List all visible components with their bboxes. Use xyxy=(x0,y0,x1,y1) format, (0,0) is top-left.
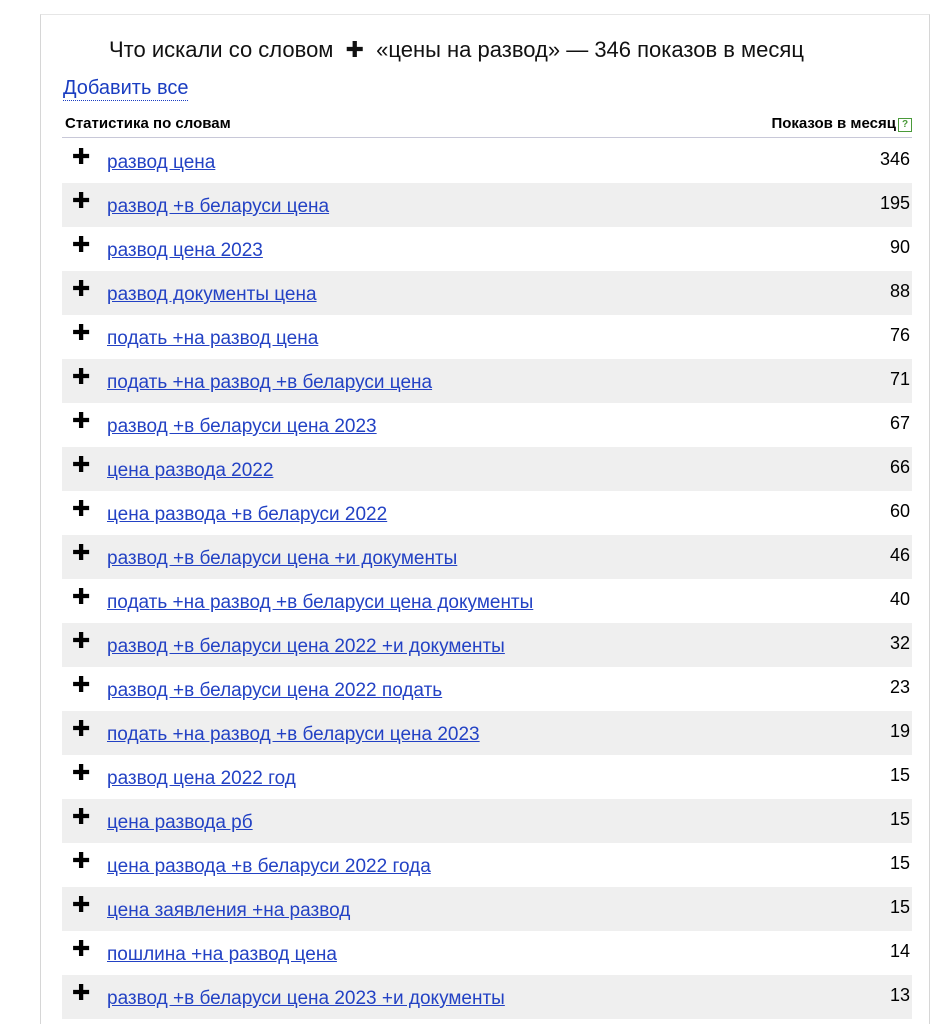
phrase-link[interactable]: развод цена 2023 xyxy=(107,240,263,262)
add-phrase-plus-icon[interactable]: ✚ xyxy=(72,894,90,916)
table-row: ✚ развод +в беларуси цена 195 xyxy=(62,183,912,227)
impressions-count: 66 xyxy=(889,457,910,477)
column-header-count-label: Показов в месяц xyxy=(771,115,896,132)
phrase-link[interactable]: цена развода +в беларуси 2022 года xyxy=(107,856,431,878)
impressions-count: 195 xyxy=(879,193,910,213)
add-phrase-plus-icon[interactable]: ✚ xyxy=(72,938,90,960)
impressions-count: 90 xyxy=(889,237,910,257)
table-row: ✚ подать +на развод +в беларуси цена доку… xyxy=(62,579,912,623)
add-phrase-plus-icon[interactable]: ✚ xyxy=(72,454,90,476)
phrase-link[interactable]: подать +на развод цена xyxy=(107,328,318,350)
phrase-link[interactable]: цена заявления +на развод xyxy=(107,900,350,922)
phrase-link[interactable]: развод цена 2022 год xyxy=(107,768,296,790)
impressions-count: 23 xyxy=(889,677,910,697)
page-title: Что искали со словом ✚ «цены на развод» … xyxy=(109,37,804,63)
impressions-count: 15 xyxy=(889,809,910,829)
add-phrase-plus-icon[interactable]: ✚ xyxy=(72,322,90,344)
impressions-count: 15 xyxy=(889,853,910,873)
phrase-link[interactable]: подать +на развод +в беларуси цена xyxy=(107,372,432,394)
impressions-count: 67 xyxy=(889,413,910,433)
table-row: ✚ цена развода рб 15 xyxy=(62,799,912,843)
title-suffix: «цены на развод» — 346 показов в месяц xyxy=(376,37,804,62)
column-header-count: Показов в месяц? xyxy=(771,115,912,132)
impressions-count: 32 xyxy=(889,633,910,653)
table-row: ✚ развод документы цена 88 xyxy=(62,271,912,315)
add-phrase-plus-icon[interactable]: ✚ xyxy=(72,234,90,256)
stats-table: ✚ развод цена 346 ✚ развод +в беларуси цена 1… xyxy=(62,139,912,1019)
help-icon[interactable]: ? xyxy=(898,118,912,132)
table-row: ✚ пошлина +на развод цена 14 xyxy=(62,931,912,975)
table-row: ✚ развод цена 2023 90 xyxy=(62,227,912,271)
table-row: ✚ подать +на развод +в беларуси цена 71 xyxy=(62,359,912,403)
add-phrase-plus-icon[interactable]: ✚ xyxy=(72,762,90,784)
plus-icon: ✚ xyxy=(345,37,364,62)
phrase-link[interactable]: развод цена xyxy=(107,152,215,174)
table-row: ✚ развод +в беларуси цена +и документы 46 xyxy=(62,535,912,579)
phrase-link[interactable]: развод +в беларуси цена 2023 xyxy=(107,416,377,438)
table-row: ✚ подать +на развод +в беларуси цена 2023… xyxy=(62,711,912,755)
phrase-link[interactable]: развод +в беларуси цена 2022 подать xyxy=(107,680,442,702)
phrase-link[interactable]: цена развода 2022 xyxy=(107,460,273,482)
add-phrase-plus-icon[interactable]: ✚ xyxy=(72,630,90,652)
phrase-link[interactable]: цена развода рб xyxy=(107,812,253,834)
add-phrase-plus-icon[interactable]: ✚ xyxy=(72,718,90,740)
impressions-count: 15 xyxy=(889,765,910,785)
add-phrase-plus-icon[interactable]: ✚ xyxy=(72,498,90,520)
phrase-link[interactable]: развод +в беларуси цена 2022 +и документ… xyxy=(107,636,505,658)
table-header: Статистика по словам Показов в месяц? xyxy=(62,113,912,138)
add-phrase-plus-icon[interactable]: ✚ xyxy=(72,542,90,564)
table-row: ✚ развод +в беларуси цена 2023 +и докумен… xyxy=(62,975,912,1019)
phrase-link[interactable]: подать +на развод +в беларуси цена 2023 xyxy=(107,724,480,746)
impressions-count: 88 xyxy=(889,281,910,301)
table-row: ✚ развод +в беларуси цена 2022 подать 23 xyxy=(62,667,912,711)
impressions-count: 76 xyxy=(889,325,910,345)
impressions-count: 19 xyxy=(889,721,910,741)
phrase-link[interactable]: подать +на развод +в беларуси цена докум… xyxy=(107,592,533,614)
impressions-count: 40 xyxy=(889,589,910,609)
table-row: ✚ цена развода 2022 66 xyxy=(62,447,912,491)
add-phrase-plus-icon[interactable]: ✚ xyxy=(72,806,90,828)
impressions-count: 46 xyxy=(889,545,910,565)
title-prefix: Что искали со словом xyxy=(109,37,334,62)
phrase-link[interactable]: развод документы цена xyxy=(107,284,317,306)
impressions-count: 14 xyxy=(889,941,910,961)
table-row: ✚ развод +в беларуси цена 2022 +и докумен… xyxy=(62,623,912,667)
add-phrase-plus-icon[interactable]: ✚ xyxy=(72,850,90,872)
wordstat-panel: Что искали со словом ✚ «цены на развод» … xyxy=(40,14,930,1024)
phrase-link[interactable]: развод +в беларуси цена 2023 +и документ… xyxy=(107,988,505,1010)
phrase-link[interactable]: развод +в беларуси цена +и документы xyxy=(107,548,457,570)
phrase-link[interactable]: развод +в беларуси цена xyxy=(107,196,329,218)
impressions-count: 13 xyxy=(889,985,910,1005)
table-row: ✚ развод +в беларуси цена 2023 67 xyxy=(62,403,912,447)
add-phrase-plus-icon[interactable]: ✚ xyxy=(72,674,90,696)
add-all-link[interactable]: Добавить все xyxy=(63,76,189,101)
impressions-count: 71 xyxy=(889,369,910,389)
table-row: ✚ цена развода +в беларуси 2022 года 15 xyxy=(62,843,912,887)
add-phrase-plus-icon[interactable]: ✚ xyxy=(72,190,90,212)
table-row: ✚ цена развода +в беларуси 2022 60 xyxy=(62,491,912,535)
phrase-link[interactable]: пошлина +на развод цена xyxy=(107,944,337,966)
table-row: ✚ развод цена 346 xyxy=(62,139,912,183)
impressions-count: 60 xyxy=(889,501,910,521)
add-phrase-plus-icon[interactable]: ✚ xyxy=(72,982,90,1004)
phrase-link[interactable]: цена развода +в беларуси 2022 xyxy=(107,504,387,526)
impressions-count: 15 xyxy=(889,897,910,917)
add-phrase-plus-icon[interactable]: ✚ xyxy=(72,146,90,168)
table-row: ✚ подать +на развод цена 76 xyxy=(62,315,912,359)
table-row: ✚ развод цена 2022 год 15 xyxy=(62,755,912,799)
add-phrase-plus-icon[interactable]: ✚ xyxy=(72,278,90,300)
column-header-words: Статистика по словам xyxy=(65,115,231,132)
add-phrase-plus-icon[interactable]: ✚ xyxy=(72,586,90,608)
table-row: ✚ цена заявления +на развод 15 xyxy=(62,887,912,931)
add-phrase-plus-icon[interactable]: ✚ xyxy=(72,410,90,432)
impressions-count: 346 xyxy=(879,149,910,169)
add-phrase-plus-icon[interactable]: ✚ xyxy=(72,366,90,388)
